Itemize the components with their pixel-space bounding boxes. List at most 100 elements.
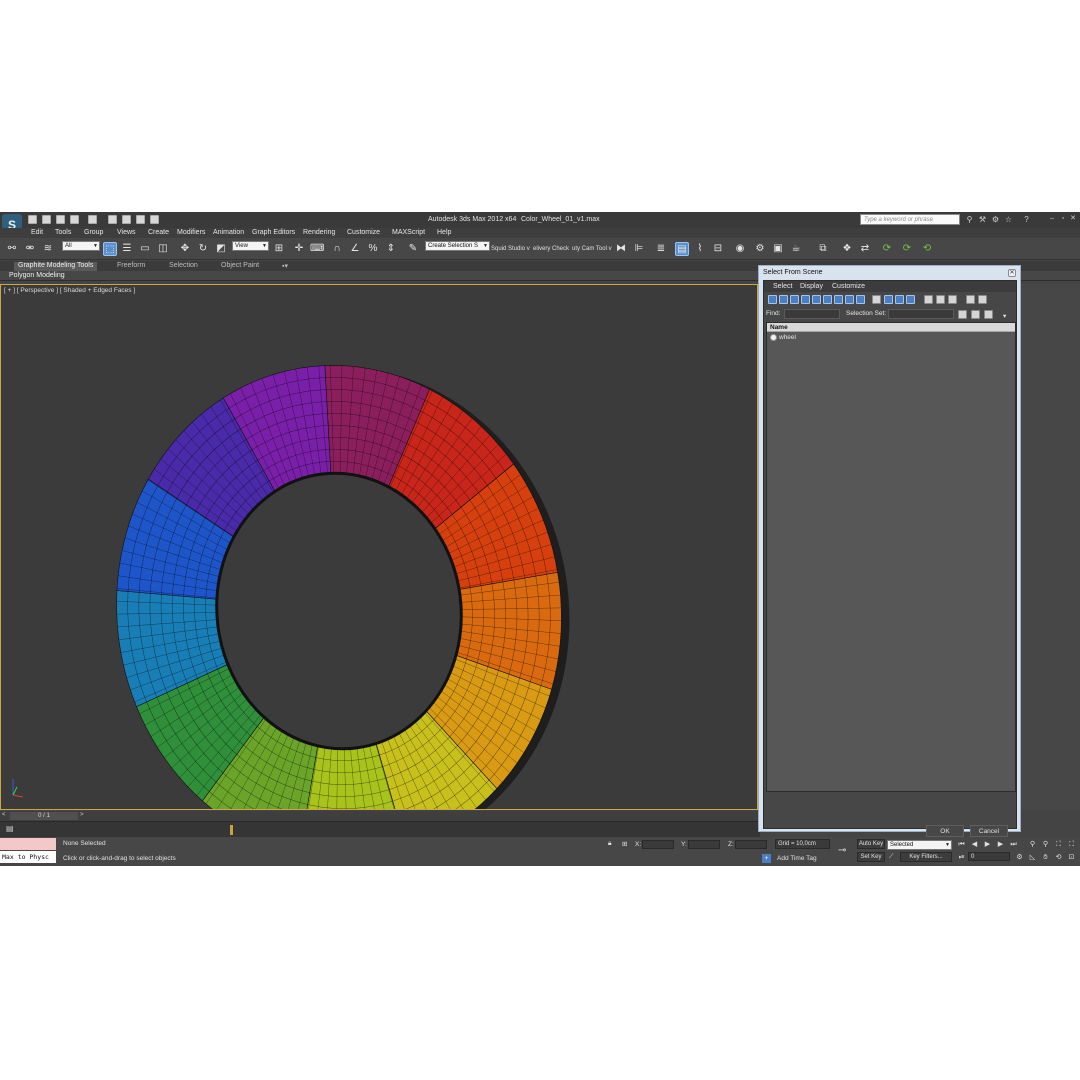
save-file-icon[interactable] — [56, 215, 65, 224]
absolute-mode-icon[interactable]: ⊞ — [622, 840, 627, 848]
maxscript-mini-listener[interactable]: Max to Physc — [0, 851, 56, 863]
mirror-icon[interactable]: ⧓ — [614, 242, 628, 256]
filter-helpers-icon[interactable] — [812, 295, 821, 304]
zoom-extents-all-icon[interactable]: ⛶ — [1067, 840, 1076, 849]
dialog-close-icon[interactable]: ✕ — [1008, 269, 1016, 277]
minimize-icon[interactable]: – — [1048, 215, 1056, 223]
unlink-icon[interactable]: ⚮ — [23, 242, 37, 256]
display-all-icon[interactable] — [872, 295, 881, 304]
move-icon[interactable]: ✥ — [178, 242, 192, 256]
help-icon[interactable]: ? — [1022, 215, 1031, 224]
next-frame-icon[interactable]: ▶ — [996, 840, 1005, 849]
go-to-end-icon[interactable]: ⏭ — [1009, 840, 1018, 849]
undo-icon[interactable] — [70, 215, 79, 224]
add-time-tag-button[interactable]: Add Time Tag — [777, 855, 817, 862]
zoom-icon[interactable]: ⚲ — [1028, 840, 1037, 849]
cancel-button[interactable]: Cancel — [970, 825, 1008, 837]
key-filters-button[interactable]: Key Filters... — [900, 852, 952, 862]
mini-curve-editor-icon[interactable]: ▤ — [6, 824, 14, 833]
window-crossing-icon[interactable]: ◫ — [156, 242, 170, 256]
funnel-filter-icon[interactable] — [966, 295, 975, 304]
z-coordinate-field[interactable] — [735, 840, 767, 849]
create-selection-set-icon[interactable] — [958, 310, 967, 319]
script-tool-icon-6[interactable]: ⟲ — [920, 242, 934, 256]
time-slider-prev[interactable]: < — [2, 812, 6, 818]
rectangular-selection-icon[interactable]: ▭ — [138, 242, 152, 256]
go-to-start-icon[interactable]: ⏮ — [957, 840, 966, 849]
schematic-view-icon[interactable]: ⊟ — [711, 242, 725, 256]
scale-icon[interactable]: ◩ — [214, 242, 228, 256]
time-configuration-icon[interactable]: ⚙ — [1015, 853, 1024, 862]
graphite-toggle-button[interactable]: ▤ — [675, 242, 689, 256]
menu-views[interactable]: Views — [117, 229, 136, 236]
display-none-icon[interactable] — [884, 295, 893, 304]
dialog-menu-select[interactable]: Select — [773, 283, 792, 290]
spinner-snap-icon[interactable]: ⇕ — [384, 242, 398, 256]
key-filter-icon[interactable]: ⟋ — [889, 853, 894, 861]
name-column-header[interactable]: Name — [767, 323, 1015, 332]
script-button-delivery-check[interactable]: elivery Check — [533, 246, 569, 252]
menu-edit[interactable]: Edit — [31, 229, 43, 236]
field-of-view-icon[interactable]: ◺ — [1028, 853, 1037, 862]
find-input[interactable] — [784, 309, 840, 319]
key-mode-dropdown[interactable]: Selected ▼ — [887, 840, 952, 850]
rotate-icon[interactable]: ↻ — [196, 242, 210, 256]
filter-xrefs-icon[interactable] — [845, 295, 854, 304]
remove-selection-set-icon[interactable] — [971, 310, 980, 319]
snaps-toggle-icon[interactable]: ∩ — [330, 242, 344, 256]
select-all-icon[interactable] — [924, 295, 933, 304]
rendered-frame-window-icon[interactable]: ▣ — [771, 242, 785, 256]
angle-snap-icon[interactable]: ∠ — [348, 242, 362, 256]
redo-icon[interactable] — [88, 215, 97, 224]
filter-groups-icon[interactable] — [834, 295, 843, 304]
reference-coordinate-dropdown[interactable]: View ▼ — [232, 241, 269, 251]
percent-snap-icon[interactable]: % — [366, 242, 380, 256]
script-tool-icon-2[interactable]: ❖ — [840, 242, 854, 256]
sync-selection-icon[interactable] — [906, 295, 915, 304]
open-file-icon[interactable] — [42, 215, 51, 224]
zoom-extents-icon[interactable]: ⛶ — [1054, 840, 1063, 849]
link-icon[interactable]: ⚯ — [5, 242, 19, 256]
menu-help[interactable]: Help — [437, 229, 451, 236]
current-frame-field[interactable]: 0 — [968, 852, 1010, 861]
filter-cameras-icon[interactable] — [801, 295, 810, 304]
time-slider-frame[interactable]: 0 / 1 — [10, 812, 78, 820]
time-slider[interactable]: < 0 / 1 > — [0, 811, 758, 821]
script-tool-icon-4[interactable]: ⟳ — [880, 242, 894, 256]
select-by-name-icon[interactable]: ☰ — [120, 242, 134, 256]
selection-filter-dropdown[interactable]: All ▼ — [62, 241, 100, 251]
dialog-menu-customize[interactable]: Customize — [832, 283, 865, 290]
favorites-star-icon[interactable]: ☆ — [1004, 215, 1013, 224]
maximize-icon[interactable]: ▫ — [1059, 215, 1067, 223]
tab-object-paint[interactable]: Object Paint — [221, 262, 259, 269]
time-tag-icon[interactable]: + — [762, 854, 771, 863]
curve-editor-icon[interactable]: ⌇ — [693, 242, 707, 256]
tab-graphite-modeling-tools[interactable]: Graphite Modeling Tools — [14, 262, 98, 271]
menu-rendering[interactable]: Rendering — [303, 229, 335, 236]
select-invert-icon[interactable] — [948, 295, 957, 304]
bind-space-warp-icon[interactable]: ≋ — [41, 242, 55, 256]
add-to-selection-set-icon[interactable] — [984, 310, 993, 319]
lock-selection-icon[interactable]: 🔒︎ — [608, 840, 611, 848]
orbit-icon[interactable]: ⟲ — [1054, 853, 1063, 862]
pivot-center-icon[interactable]: ⊞ — [272, 242, 286, 256]
maximize-viewport-icon[interactable]: ⊡ — [1067, 853, 1076, 862]
list-item[interactable]: wheel — [767, 333, 1015, 342]
new-file-icon[interactable] — [28, 215, 37, 224]
filter-space-warps-icon[interactable] — [823, 295, 832, 304]
script-button-squid[interactable]: Squid Studio v — [491, 246, 530, 252]
material-editor-icon[interactable]: ◉ — [733, 242, 747, 256]
previous-frame-icon[interactable]: ◀ — [970, 840, 979, 849]
menu-animation[interactable]: Animation — [213, 229, 244, 236]
layer-manager-icon[interactable]: ≣ — [654, 242, 668, 256]
select-none-icon[interactable] — [936, 295, 945, 304]
help-search-input[interactable]: Type a keyword or phrase — [860, 214, 960, 225]
toolbar-options-chevron-icon[interactable]: ▾ — [1003, 312, 1006, 320]
y-coordinate-field[interactable] — [688, 840, 720, 849]
x-coordinate-field[interactable] — [642, 840, 674, 849]
set-key-button[interactable]: Set Key — [857, 852, 885, 862]
advanced-filter-icon[interactable] — [978, 295, 987, 304]
menu-tools[interactable]: Tools — [55, 229, 71, 236]
script-tool-icon-1[interactable]: ⧉ — [816, 242, 830, 256]
menu-maxscript[interactable]: MAXScript — [392, 229, 425, 236]
